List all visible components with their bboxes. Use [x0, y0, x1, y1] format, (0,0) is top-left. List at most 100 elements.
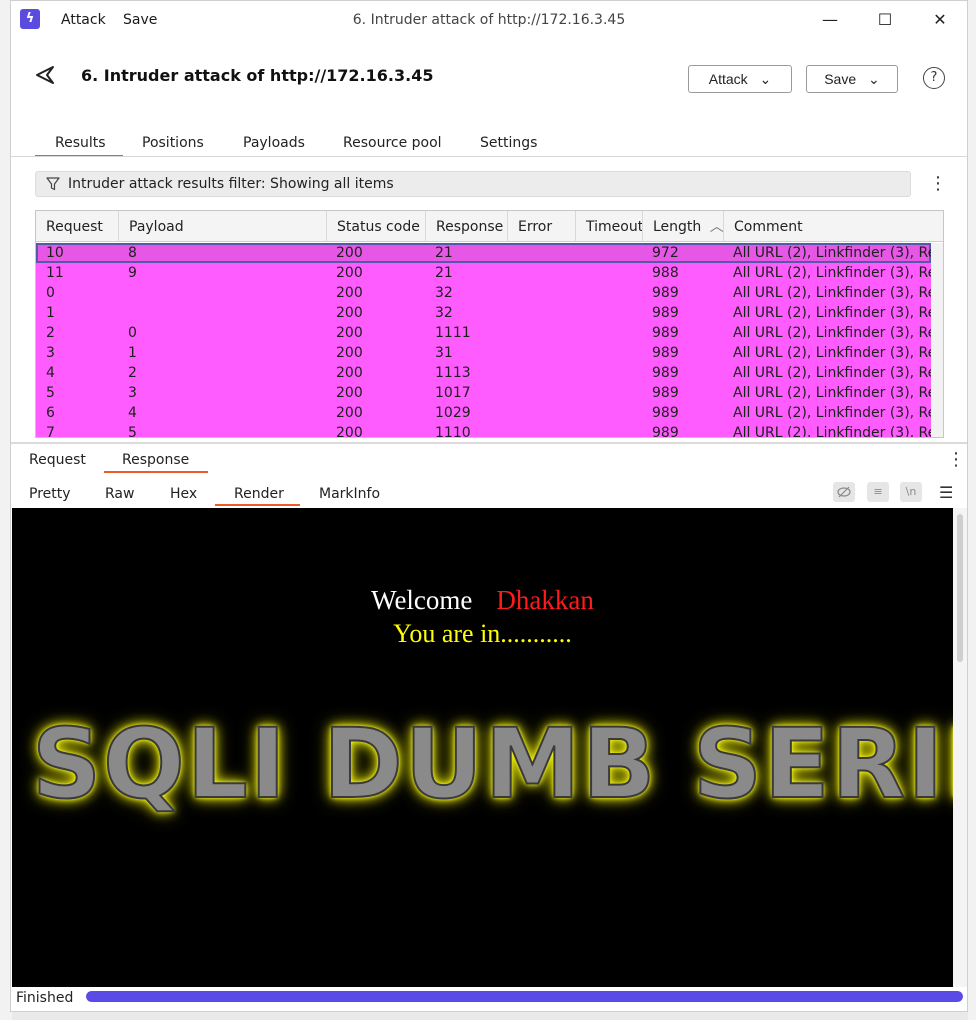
cell-error: [507, 243, 575, 263]
cell-timeout: [575, 243, 642, 263]
active-lower-tab-indicator: [104, 471, 208, 473]
column-status-code[interactable]: Status code: [326, 211, 425, 242]
column-timeout[interactable]: Timeout: [575, 211, 642, 242]
table-row[interactable]: 0 200 32 989 All URL (2), Linkfinder (3), Re…: [36, 283, 931, 303]
cell-payload: [118, 303, 326, 323]
close-icon[interactable]: ✕: [926, 7, 954, 33]
cell-comment: All URL (2), Linkfinder (3), Re...: [733, 265, 931, 281]
tab-results[interactable]: Results: [55, 135, 106, 151]
table-row[interactable]: 4 2 200 1113 989 All URL (2), Linkfinder (3),…: [36, 363, 931, 383]
attack-progress-bar: [86, 991, 963, 1002]
cell-comment: All URL (2), Linkfinder (3), Re...: [733, 405, 931, 421]
cell-status-code: 200: [336, 405, 363, 421]
response-more-options-icon[interactable]: ⋮: [947, 451, 965, 469]
cell-response: 1110: [435, 425, 471, 438]
cell-response: 31: [435, 345, 453, 361]
page-title: 6. Intruder attack of http://172.16.3.45: [81, 66, 434, 85]
cell-length: 972: [652, 245, 679, 261]
attack-dropdown-button[interactable]: Attack ⌄: [688, 65, 792, 93]
column-payload[interactable]: Payload: [118, 211, 326, 242]
column-error[interactable]: Error: [507, 211, 575, 242]
newline-icon[interactable]: \n: [900, 482, 922, 502]
view-tab-markinfo[interactable]: MarkInfo: [319, 486, 380, 502]
view-tab-render[interactable]: Render: [234, 486, 284, 502]
cell-timeout: [575, 283, 642, 303]
table-row[interactable]: 3 1 200 31 989 All URL (2), Linkfinder (3), R…: [36, 343, 931, 363]
menu-lines-icon[interactable]: ☰: [939, 483, 953, 502]
cell-length: 989: [652, 305, 679, 321]
help-icon[interactable]: ?: [923, 67, 945, 89]
cell-response: 1111: [435, 325, 471, 341]
view-tab-pretty[interactable]: Pretty: [29, 486, 71, 502]
cell-response: 21: [435, 245, 453, 261]
cell-status-code: 200: [336, 345, 363, 361]
cell-status-code: 200: [336, 385, 363, 401]
table-row[interactable]: 11 9 200 21 988 All URL (2), Linkfinder (3), …: [36, 263, 931, 283]
table-row[interactable]: 10 8 200 21 972 All URL (2), Linkfinder (3), …: [36, 243, 931, 263]
intruder-icon: [33, 63, 57, 87]
render-scrollbar-thumb[interactable]: [957, 514, 963, 662]
tab-payloads[interactable]: Payloads: [243, 135, 305, 151]
table-scrollbar[interactable]: [931, 243, 943, 437]
cell-error: [507, 383, 575, 403]
render-view: Welcome Dhakkan You are in........... SQL…: [12, 508, 953, 987]
progress-fill: [86, 991, 963, 1002]
cell-timeout: [575, 383, 642, 403]
cell-payload: 0: [128, 325, 137, 341]
sqli-banner-image: SQLI DUMB SERIES-1: [31, 707, 953, 821]
tab-response[interactable]: Response: [122, 452, 189, 468]
column-request[interactable]: Request: [36, 211, 118, 242]
cell-error: [507, 263, 575, 283]
cell-comment: All URL (2), Linkfinder (3), Re...: [733, 285, 931, 301]
cell-response: 1029: [435, 405, 471, 421]
cell-payload: 5: [128, 425, 137, 438]
results-more-options-icon[interactable]: ⋮: [929, 175, 947, 193]
wrap-icon[interactable]: ≡: [867, 482, 889, 502]
cell-comment: All URL (2), Linkfinder (3), Re...: [733, 425, 931, 438]
table-row[interactable]: 7 5 200 1110 989 All URL (2), Linkfinder (3),…: [36, 423, 931, 438]
chevron-down-icon: ⌄: [759, 71, 772, 87]
column-response[interactable]: Response ...: [425, 211, 507, 242]
cell-error: [507, 323, 575, 343]
cell-length: 989: [652, 365, 679, 381]
tab-positions[interactable]: Positions: [142, 135, 204, 151]
cell-length: 989: [652, 285, 679, 301]
table-row[interactable]: 1 200 32 989 All URL (2), Linkfinder (3), Re…: [36, 303, 931, 323]
intruder-attack-window: ϟ Attack Save 6. Intruder attack of http…: [10, 0, 968, 1012]
table-row[interactable]: 6 4 200 1029 989 All URL (2), Linkfinder (3),…: [36, 403, 931, 423]
maximize-icon[interactable]: ☐: [871, 7, 899, 33]
cell-timeout: [575, 423, 642, 437]
column-length[interactable]: Length ︿: [642, 211, 723, 242]
cell-request: 1: [46, 305, 55, 321]
results-table: Request Payload Status code Response ...…: [35, 210, 944, 438]
tab-request[interactable]: Request: [29, 452, 86, 468]
cell-status-code: 200: [336, 325, 363, 341]
cell-request: 6: [46, 405, 55, 421]
cell-payload: 4: [128, 405, 137, 421]
table-row[interactable]: 5 3 200 1017 989 All URL (2), Linkfinder (3),…: [36, 383, 931, 403]
tab-settings[interactable]: Settings: [480, 135, 537, 151]
save-button-label: Save: [824, 71, 857, 87]
cell-comment: All URL (2), Linkfinder (3), Re...: [733, 345, 931, 361]
cell-payload: 2: [128, 365, 137, 381]
minimize-icon[interactable]: —: [816, 7, 844, 33]
split-divider[interactable]: [11, 442, 967, 444]
cell-timeout: [575, 403, 642, 423]
cell-timeout: [575, 263, 642, 283]
cell-response: 32: [435, 285, 453, 301]
attack-button-label: Attack: [708, 71, 748, 87]
cell-timeout: [575, 363, 642, 383]
results-filter-bar[interactable]: Intruder attack results filter: Showing …: [35, 171, 911, 197]
hide-icon[interactable]: [833, 482, 855, 502]
cell-payload: 1: [128, 345, 137, 361]
tab-resource-pool[interactable]: Resource pool: [343, 135, 442, 151]
cell-request: 3: [46, 345, 55, 361]
table-row[interactable]: 2 0 200 1111 989 All URL (2), Linkfinder (3),…: [36, 323, 931, 343]
view-tab-hex[interactable]: Hex: [170, 486, 197, 502]
cell-error: [507, 343, 575, 363]
column-comment[interactable]: Comment: [723, 211, 943, 242]
save-dropdown-button[interactable]: Save ⌄: [806, 65, 898, 93]
cell-response: 32: [435, 305, 453, 321]
filter-icon: [46, 172, 60, 199]
view-tab-raw[interactable]: Raw: [105, 486, 134, 502]
